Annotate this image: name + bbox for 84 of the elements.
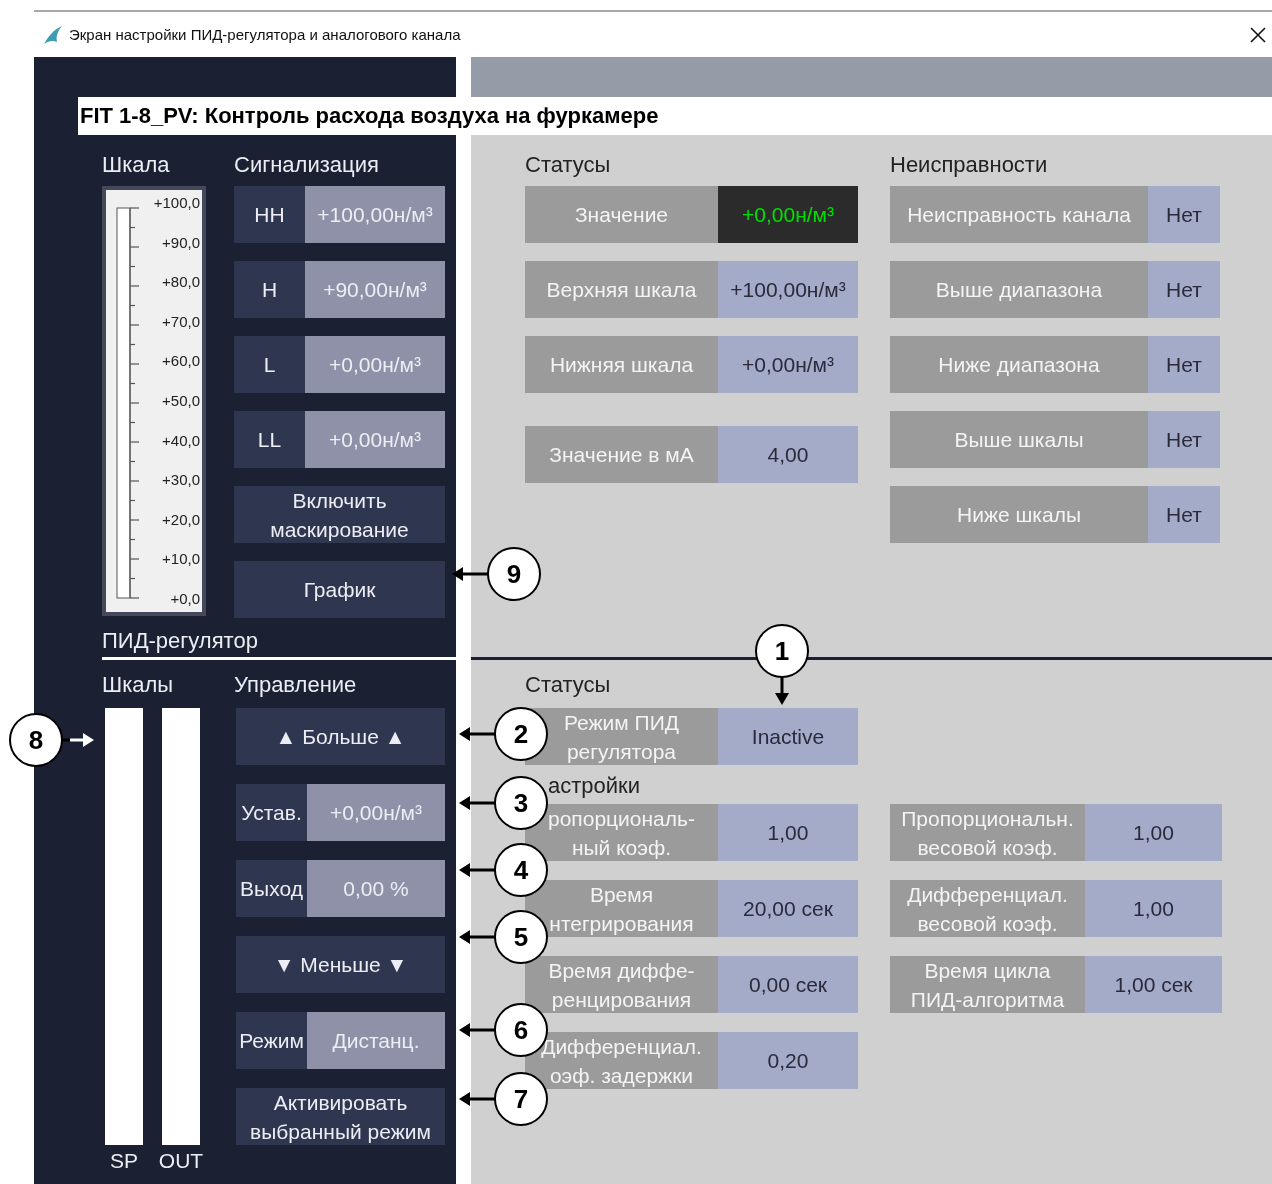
scale-label: +10,0 — [162, 550, 200, 569]
status-label: Ниже диапазона — [890, 336, 1148, 393]
status-value: 1,00 — [1085, 804, 1222, 861]
status-value: 4,00 — [718, 426, 858, 483]
section-heading: Сигнализация — [234, 152, 379, 179]
status-value: +0,00н/м³ — [718, 186, 858, 243]
field-label: H — [234, 261, 305, 318]
status-label: Неисправность канала — [890, 186, 1148, 243]
scale-label: +50,0 — [162, 391, 200, 410]
value-field: +0,00н/м³ — [307, 784, 445, 841]
panel-button[interactable]: График — [234, 561, 445, 618]
section-heading: Шкала — [102, 152, 171, 179]
status-value: 1,00 — [718, 804, 858, 861]
status-label: Верхняя шкала — [525, 261, 718, 318]
callout-arrow — [459, 796, 496, 810]
scale-label: +90,0 — [162, 233, 200, 252]
value-field: +100,00н/м³ — [305, 186, 445, 243]
status-label: Пропорциональн. весовой коэф. — [890, 804, 1085, 861]
scale-label: +60,0 — [162, 352, 200, 371]
field-label: HH — [234, 186, 305, 243]
callout-arrow — [452, 567, 489, 581]
control-button[interactable]: ▲ Больше ▲ — [236, 708, 445, 765]
callout-badge: 8 — [9, 713, 63, 767]
callout-arrow — [62, 733, 94, 747]
status-value: Нет — [1148, 486, 1220, 543]
callout-arrow — [459, 1023, 496, 1037]
field-label: Устав. — [236, 784, 307, 841]
scale-label: +80,0 — [162, 273, 200, 292]
section-heading: Неисправности — [890, 152, 1048, 178]
section-heading: астройки — [548, 773, 640, 799]
status-label: Выше шкалы — [890, 411, 1148, 468]
status-value: 1,00 сек — [1085, 956, 1222, 1013]
status-value: 0,00 сек — [718, 956, 858, 1013]
status-value: 1,00 — [1085, 880, 1222, 937]
callout-arrow — [459, 727, 496, 741]
scale-label: +0,0 — [170, 589, 200, 608]
window-title: Экран настройки ПИД-регулятора и аналогового канала — [69, 26, 462, 43]
close-icon[interactable] — [1250, 26, 1266, 43]
bar-label: OUT — [158, 1149, 204, 1173]
section-heading: Управление — [234, 672, 357, 699]
value-field: 0,00 % — [307, 860, 445, 917]
section-heading: Статусы — [525, 672, 611, 699]
callout-arrow — [459, 863, 496, 877]
app-icon — [43, 24, 63, 45]
status-label: Выше диапазона — [890, 261, 1148, 318]
panel-button[interactable]: Включить маскирование — [234, 486, 445, 543]
section-heading: ПИД-регулятор — [102, 628, 259, 654]
status-label: Время цикла ПИД-алгоритма — [890, 956, 1085, 1013]
scale-label: +100,0 — [153, 194, 200, 212]
value-field: Дистанц. — [307, 1012, 445, 1069]
status-value: Нет — [1148, 186, 1220, 243]
status-value: +0,00н/м³ — [718, 336, 858, 393]
status-value: Нет — [1148, 261, 1220, 318]
callout-arrow — [459, 1092, 496, 1106]
status-label: Время диффе- ренцирования — [525, 956, 718, 1013]
scale-label: +70,0 — [162, 312, 200, 331]
status-value: 20,00 сек — [718, 880, 858, 937]
value-field: +90,00н/м³ — [305, 261, 445, 318]
field-label: LL — [234, 411, 305, 468]
status-label: Дифференциал. весовой коэф. — [890, 880, 1085, 937]
status-value: Inactive — [718, 708, 858, 765]
scale-label: +20,0 — [162, 510, 200, 529]
status-value: 0,20 — [718, 1032, 858, 1089]
status-value: Нет — [1148, 411, 1220, 468]
callout-arrow — [775, 677, 789, 705]
value-field: +0,00н/м³ — [305, 336, 445, 393]
callout-arrow — [459, 930, 496, 944]
status-label: Нижняя шкала — [525, 336, 718, 393]
scale-label: +40,0 — [162, 431, 200, 450]
status-value: Нет — [1148, 336, 1220, 393]
field-label: Выход — [236, 860, 307, 917]
status-value: +100,00н/м³ — [718, 261, 858, 318]
section-heading: Шкалы — [102, 672, 175, 699]
scale-label: +30,0 — [162, 471, 200, 490]
bar-label: SP — [110, 1149, 138, 1173]
control-button[interactable]: Активировать выбранный режим — [236, 1088, 445, 1145]
status-label: Значение — [525, 186, 718, 243]
control-button[interactable]: ▼ Меньше ▼ — [236, 936, 445, 993]
status-label: Значение в мА — [525, 426, 718, 483]
section-heading: Статусы — [525, 152, 611, 178]
field-label: Режим — [236, 1012, 307, 1069]
field-label: L — [234, 336, 305, 393]
value-field: +0,00н/м³ — [305, 411, 445, 468]
status-label: Ниже шкалы — [890, 486, 1148, 543]
